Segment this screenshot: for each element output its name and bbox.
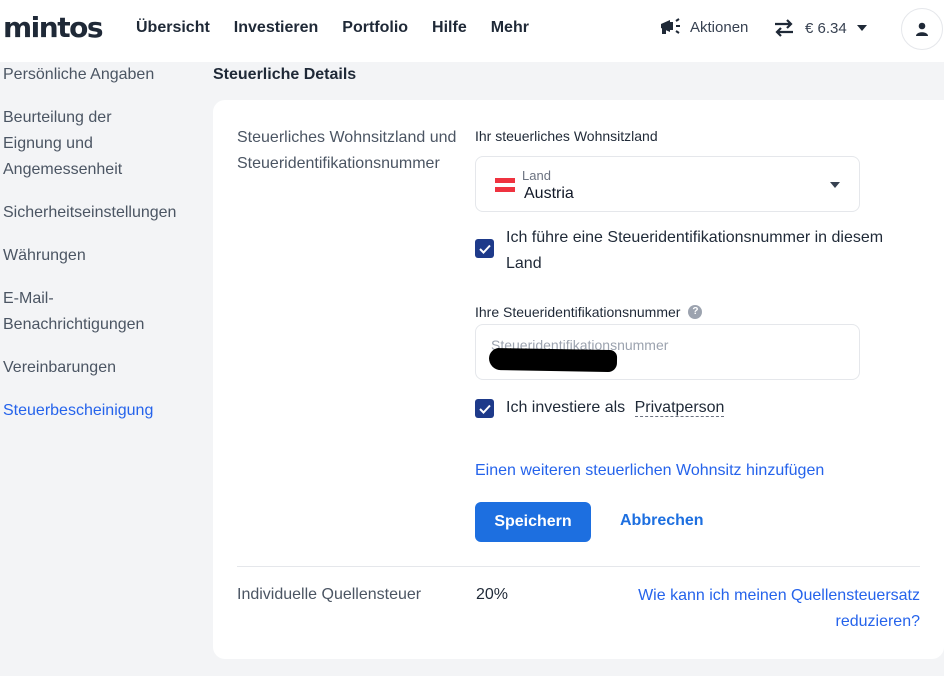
- tin-field-title: Ihre Steueridentifikationsnummer ?: [475, 304, 703, 320]
- balance-dropdown[interactable]: € 6.34: [773, 18, 867, 38]
- tax-residence-row-label: Steuerliches Wohnsitzland und Steueriden…: [237, 129, 457, 172]
- nav-portfolio[interactable]: Portfolio: [342, 19, 408, 37]
- main-nav: Übersicht Investieren Portfolio Hilfe Me…: [136, 19, 553, 37]
- actions-label: Aktionen: [690, 18, 749, 36]
- balance-value: € 6.34: [805, 19, 847, 37]
- add-tax-residence-link[interactable]: Einen weiteren steuerlichen Wohnsitz hin…: [475, 462, 824, 480]
- tin-checkbox[interactable]: [475, 239, 494, 258]
- sidebar-item-agreements[interactable]: Vereinbarungen: [3, 355, 203, 381]
- actions-button[interactable]: Aktionen: [658, 16, 748, 38]
- divider: [237, 566, 920, 567]
- withholding-tax-value: 20%: [476, 586, 509, 603]
- sidebar-item-currencies[interactable]: Währungen: [3, 243, 203, 269]
- checkmark-icon: [478, 244, 491, 254]
- chevron-down-icon: [830, 182, 840, 188]
- nav-help[interactable]: Hilfe: [432, 19, 467, 37]
- logo[interactable]: mintos: [3, 11, 104, 44]
- sidebar-item-suitability[interactable]: Beurteilung der Eignung und Angemessenhe…: [3, 105, 163, 183]
- sidebar-item-security[interactable]: Sicherheitseinstellungen: [3, 200, 203, 226]
- tax-details-card: Steuerliches Wohnsitzland und Steueriden…: [213, 100, 944, 659]
- redacted-value: [488, 347, 618, 373]
- swap-arrows-icon: [775, 19, 793, 37]
- nav-overview[interactable]: Übersicht: [136, 19, 210, 37]
- sidebar-item-email-notifications[interactable]: E-Mail-Benachrichtigungen: [3, 286, 163, 338]
- sidebar-item-personal-details[interactable]: Persönliche Angaben: [3, 62, 203, 88]
- megaphone-icon: [661, 18, 680, 34]
- tin-input[interactable]: Steueridentifikationsnummer: [475, 324, 860, 380]
- chevron-down-icon: [856, 25, 867, 31]
- private-person-checkbox[interactable]: [475, 399, 494, 418]
- private-person-label-prefix: Ich investiere als: [506, 399, 626, 416]
- user-icon: [916, 22, 928, 36]
- cancel-button[interactable]: Abbrechen: [620, 512, 704, 530]
- tin-checkbox-label: Ich führe eine Steueridentifikationsnumm…: [506, 229, 884, 272]
- top-header: mintos Übersicht Investieren Portfolio H…: [0, 0, 944, 62]
- nav-invest[interactable]: Investieren: [234, 19, 318, 37]
- user-avatar-button[interactable]: [901, 8, 943, 50]
- country-select-label: Land: [522, 168, 551, 183]
- country-select[interactable]: Land Austria: [475, 156, 860, 212]
- withholding-tax-label: Individuelle Quellensteuer: [237, 586, 422, 603]
- section-title: Steuerliche Details: [213, 66, 357, 83]
- question-circle-icon[interactable]: ?: [688, 305, 703, 319]
- checkmark-icon: [478, 404, 491, 414]
- reduce-withholding-tax-link[interactable]: Wie kann ich meinen Quellensteuersatz re…: [611, 583, 920, 635]
- save-button[interactable]: Speichern: [475, 502, 591, 542]
- private-person-checkbox-label: Ich investiere als Privatperson: [506, 395, 725, 421]
- private-person-tooltip-link[interactable]: Privatperson: [634, 399, 725, 417]
- tin-field-title-text: Ihre Steueridentifikationsnummer: [475, 304, 681, 320]
- nav-more[interactable]: Mehr: [491, 19, 529, 37]
- country-select-value: Austria: [524, 185, 574, 202]
- residence-field-title: Ihr steuerliches Wohnsitzland: [475, 128, 658, 144]
- sidebar-item-tax-certificate[interactable]: Steuerbescheinigung: [3, 398, 203, 424]
- austria-flag-icon: [495, 178, 515, 192]
